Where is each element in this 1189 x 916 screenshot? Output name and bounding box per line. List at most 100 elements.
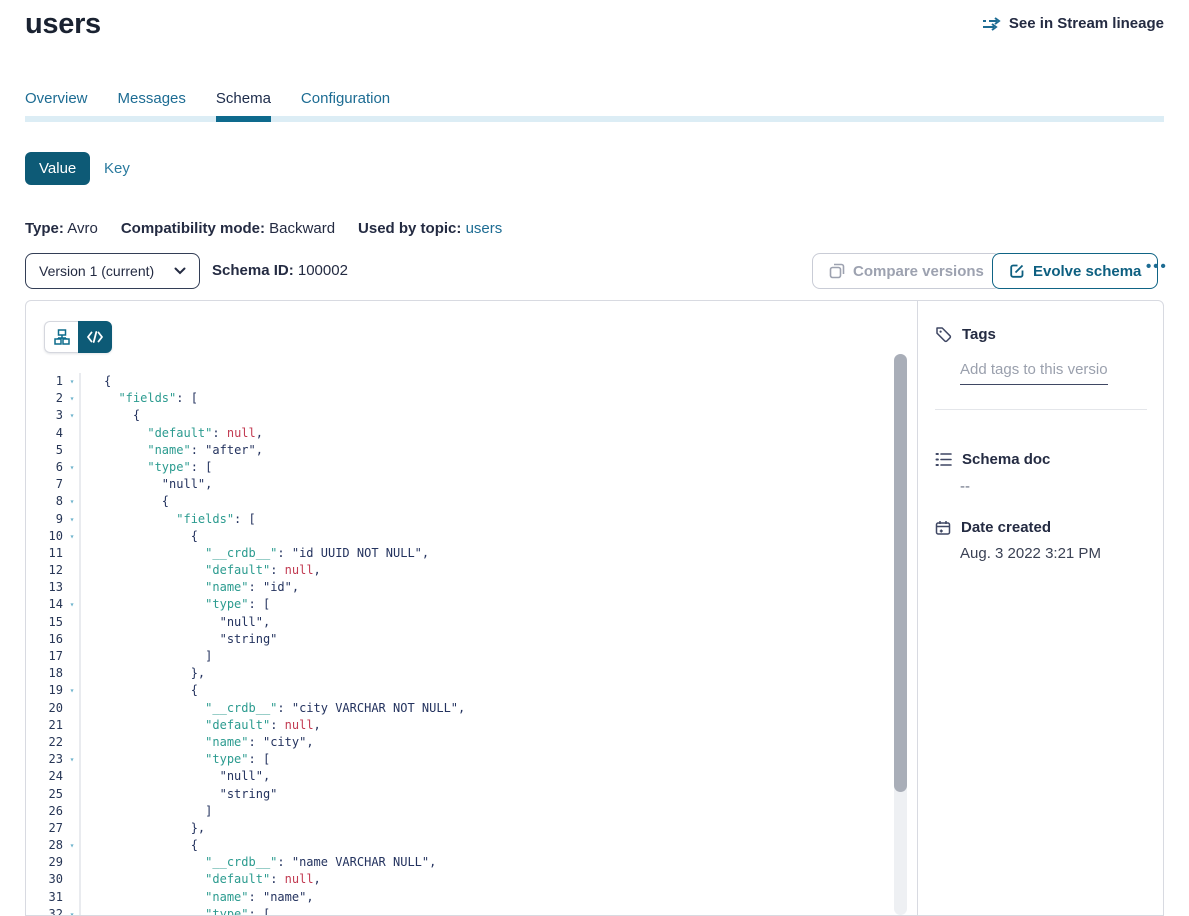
code-text: }, (81, 820, 205, 837)
fold-arrow[interactable]: ▾ (63, 390, 81, 407)
fold-arrow[interactable]: ▾ (63, 751, 81, 768)
code-line: 20 "__crdb__": "city VARCHAR NOT NULL", (26, 700, 895, 717)
code-text: "default": null, (81, 562, 321, 579)
page-title: users (25, 8, 101, 41)
editor-scrollbar-track[interactable] (894, 354, 907, 915)
fold-arrow[interactable]: ▾ (63, 373, 81, 390)
code-line: 31 "name": "name", (26, 889, 895, 906)
fold-spacer (63, 700, 81, 717)
fold-arrow[interactable]: ▾ (63, 459, 81, 476)
more-options-button[interactable]: ••• (1146, 258, 1168, 275)
evolve-schema-button[interactable]: Evolve schema (992, 253, 1158, 289)
add-tags-input[interactable] (960, 358, 1108, 385)
tab-configuration[interactable]: Configuration (301, 90, 390, 122)
code-line: 26 ] (26, 803, 895, 820)
line-number: 18 (26, 665, 63, 682)
version-select[interactable]: Version 1 (current) (25, 253, 200, 289)
schema-page: users See in Stream lineage Overview Mes… (0, 0, 1189, 916)
line-number: 9 (26, 511, 63, 528)
compare-versions-icon (829, 263, 845, 279)
line-number: 32 (26, 906, 63, 915)
code-line: 12 "default": null, (26, 562, 895, 579)
code-text: }, (81, 665, 205, 682)
code-text: { (81, 837, 198, 854)
fold-spacer (63, 476, 81, 493)
fold-spacer (63, 786, 81, 803)
line-number: 10 (26, 528, 63, 545)
compare-versions-button[interactable]: Compare versions (812, 253, 1001, 289)
fold-spacer (63, 579, 81, 596)
code-text: ] (81, 648, 212, 665)
fold-spacer (63, 803, 81, 820)
fold-arrow[interactable]: ▾ (63, 528, 81, 545)
code-text: "default": null, (81, 425, 263, 442)
code-line: 15 "null", (26, 614, 895, 631)
code-text: "null", (81, 614, 270, 631)
code-line: 8▾ { (26, 493, 895, 510)
key-toggle-button[interactable]: Key (104, 160, 130, 177)
code-text: "default": null, (81, 717, 321, 734)
tab-messages[interactable]: Messages (118, 90, 186, 122)
code-text: "__crdb__": "city VARCHAR NOT NULL", (81, 700, 465, 717)
version-select-value: Version 1 (current) (39, 263, 154, 279)
topic-label: Used by topic: (358, 220, 461, 237)
code-text: "fields": [ (81, 390, 198, 407)
fold-spacer (63, 545, 81, 562)
fold-spacer (63, 648, 81, 665)
line-number: 16 (26, 631, 63, 648)
fold-arrow[interactable]: ▾ (63, 682, 81, 699)
schema-editor: 1▾{2▾ "fields": [3▾ {4 "default": null,5… (26, 301, 917, 915)
fold-spacer (63, 717, 81, 734)
code-view-button[interactable] (78, 321, 112, 353)
code-line: 5 "name": "after", (26, 442, 895, 459)
code-line: 4 "default": null, (26, 425, 895, 442)
see-in-stream-lineage-link[interactable]: See in Stream lineage (982, 15, 1164, 32)
editor-scrollbar-thumb[interactable] (894, 354, 907, 792)
line-number: 15 (26, 614, 63, 631)
date-created-title: Date created (961, 519, 1051, 536)
fold-arrow[interactable]: ▾ (63, 511, 81, 528)
date-created-value: Aug. 3 2022 3:21 PM (960, 545, 1101, 562)
fold-arrow[interactable]: ▾ (63, 493, 81, 510)
line-number: 1 (26, 373, 63, 390)
code-text: { (81, 407, 140, 424)
code-text: "null", (81, 476, 212, 493)
code-text: "default": null, (81, 871, 321, 888)
line-number: 17 (26, 648, 63, 665)
line-number: 25 (26, 786, 63, 803)
schema-id-value: 100002 (298, 262, 348, 279)
code-text: "__crdb__": "id UUID NOT NULL", (81, 545, 429, 562)
fold-arrow[interactable]: ▾ (63, 906, 81, 915)
fold-spacer (63, 871, 81, 888)
tab-overview[interactable]: Overview (25, 90, 88, 122)
fold-spacer (63, 854, 81, 871)
fold-arrow[interactable]: ▾ (63, 407, 81, 424)
fold-arrow[interactable]: ▾ (63, 596, 81, 613)
code-text: { (81, 373, 111, 390)
value-toggle-button[interactable]: Value (25, 152, 90, 185)
code-text: "name": "id", (81, 579, 299, 596)
code-text: "type": [ (81, 459, 212, 476)
topic-link[interactable]: users (466, 220, 503, 237)
code-line: 25 "string" (26, 786, 895, 803)
compat-value: Backward (269, 220, 335, 237)
fold-arrow[interactable]: ▾ (63, 837, 81, 854)
code-text: "string" (81, 786, 277, 803)
schema-doc-value: -- (960, 478, 970, 495)
line-number: 7 (26, 476, 63, 493)
tab-schema[interactable]: Schema (216, 90, 271, 122)
code-text: { (81, 528, 198, 545)
line-number: 11 (26, 545, 63, 562)
type-meta: Type: Avro (25, 220, 98, 237)
line-number: 5 (26, 442, 63, 459)
tags-section-header: Tags (935, 326, 996, 343)
code-line: 27 }, (26, 820, 895, 837)
code-line: 6▾ "type": [ (26, 459, 895, 476)
line-number: 22 (26, 734, 63, 751)
code-text: "name": "after", (81, 442, 263, 459)
code-view-icon (87, 331, 103, 343)
fold-spacer (63, 665, 81, 682)
schema-id-label: Schema ID: (212, 262, 294, 279)
tree-view-button[interactable] (44, 321, 78, 353)
fold-spacer (63, 734, 81, 751)
